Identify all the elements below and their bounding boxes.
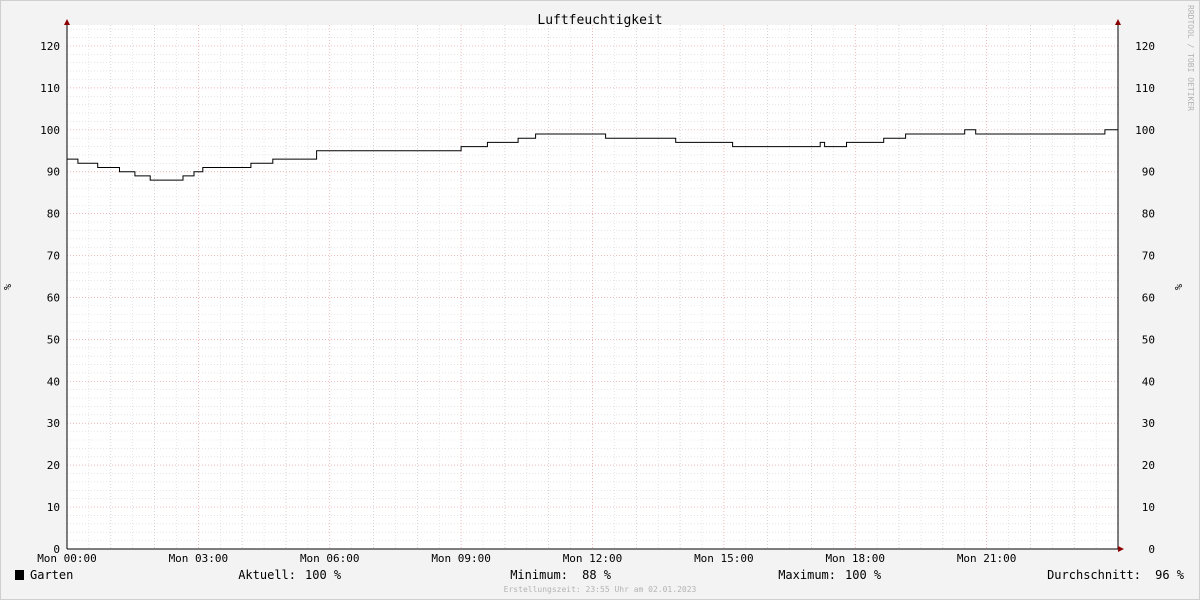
legend-current-label: Aktuell: [238, 568, 296, 582]
y-tick-label-right: 40 [1142, 375, 1155, 388]
y-axis-left-arrow-icon [64, 19, 70, 25]
y-tick-label-right: 10 [1142, 501, 1155, 514]
chart-title: Luftfeuchtigkeit [537, 13, 662, 28]
y-tick-label-left: 60 [47, 291, 60, 304]
x-tick-label: Mon 03:00 [169, 552, 229, 565]
x-tick-label: Mon 00:00 [37, 552, 97, 565]
y-tick-label-right: 80 [1142, 208, 1155, 221]
y-axis-label-left: % [3, 284, 14, 290]
x-tick-label: Mon 21:00 [957, 552, 1017, 565]
y-tick-label-left: 40 [47, 375, 60, 388]
y-tick-label-left: 100 [40, 124, 60, 137]
chart-svg: 0 010 1020 2030 3040 4050 5060 6070 7080 8090 9010… [3, 5, 1195, 594]
y-tick-label-left: 20 [47, 459, 60, 472]
y-tick-label-right: 90 [1142, 166, 1155, 179]
x-tick-labels: Mon 00:00 Mon 03:00 Mon 06:00 Mon 09:00 Mon … [37, 552, 1016, 565]
y-tick-label-right: 0 [1148, 543, 1155, 556]
legend-current-value: 100 % [305, 568, 342, 582]
y-tick-label-left: 120 [40, 40, 60, 53]
y-tick-label-right: 100 [1135, 124, 1155, 137]
x-axis-arrow-icon [1118, 546, 1124, 552]
legend-max-value: 100 % [845, 568, 882, 582]
y-axis-label-right: % [1174, 284, 1185, 290]
x-tick-label: Mon 09:00 [431, 552, 491, 565]
legend: Garten Aktuell: 100 % Minimum: 88 % Maxi… [15, 568, 1185, 582]
y-tick-label-left: 50 [47, 333, 60, 346]
legend-avg-label: Durchschnitt: [1047, 568, 1141, 582]
legend-min-label: Minimum: [510, 568, 568, 582]
y-tick-label-left: 30 [47, 417, 60, 430]
legend-min-value: 88 % [582, 568, 612, 582]
y-tick-label-left: 70 [47, 250, 60, 263]
y-tick-label-right: 60 [1142, 291, 1155, 304]
y-tick-label-left: 110 [40, 82, 60, 95]
y-tick-label-right: 70 [1142, 250, 1155, 263]
y-tick-label-right: 30 [1142, 417, 1155, 430]
y-axis-right-arrow-icon [1115, 19, 1121, 25]
x-tick-label: Mon 06:00 [300, 552, 360, 565]
legend-avg-value: 96 % [1155, 568, 1185, 582]
footer-timestamp: Erstellungszeit: 23:55 Uhr am 02.01.2023 [504, 585, 697, 594]
y-tick-label-right: 50 [1142, 333, 1155, 346]
y-tick-label-left: 90 [47, 166, 60, 179]
x-tick-label: Mon 12:00 [563, 552, 623, 565]
y-tick-label-right: 110 [1135, 82, 1155, 95]
watermark: RRDTOOL / TOBI OETIKER [1186, 5, 1195, 111]
y-tick-label-right: 20 [1142, 459, 1155, 472]
legend-max-label: Maximum: [778, 568, 836, 582]
legend-swatch [15, 570, 24, 580]
y-tick-label-right: 120 [1135, 40, 1155, 53]
y-tick-label-left: 80 [47, 208, 60, 221]
legend-series-name: Garten [30, 568, 73, 582]
x-tick-label: Mon 15:00 [694, 552, 754, 565]
x-tick-label: Mon 18:00 [825, 552, 885, 565]
y-tick-label-left: 10 [47, 501, 60, 514]
